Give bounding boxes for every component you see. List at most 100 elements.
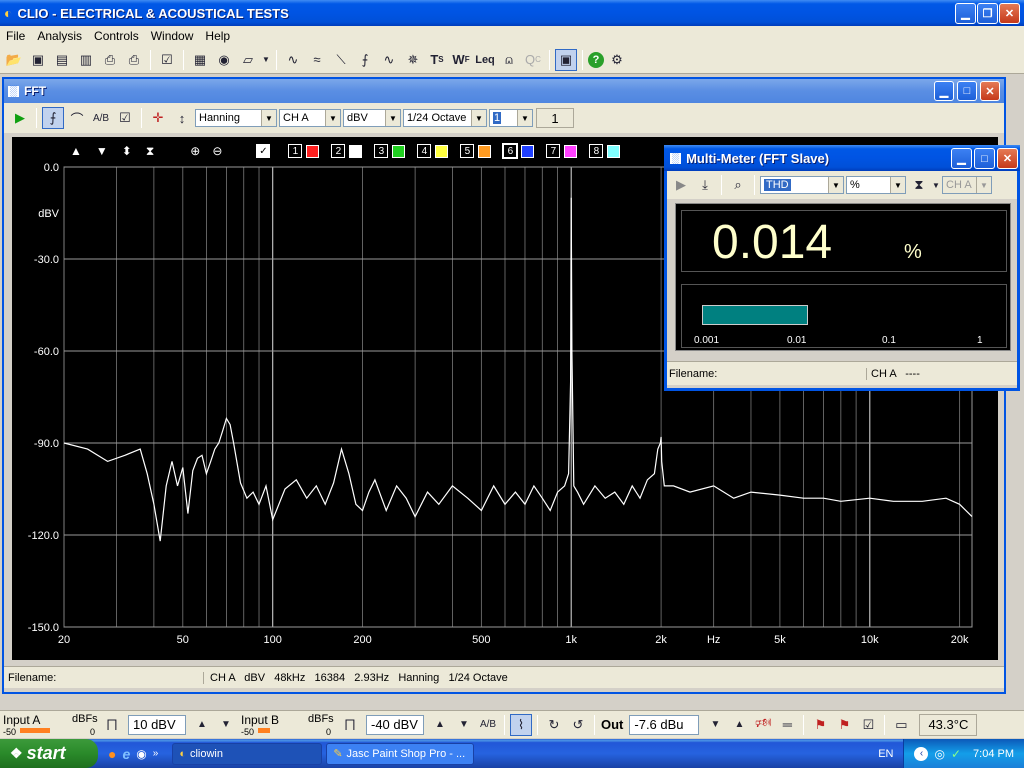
output-up-icon[interactable]: ▲: [728, 714, 750, 736]
marker-distance-icon[interactable]: ↕: [171, 107, 193, 129]
tile-windows-icon[interactable]: ▣: [555, 48, 577, 71]
autorange-icon[interactable]: ⌇: [510, 713, 532, 736]
meter-close-button[interactable]: ✕: [997, 148, 1018, 169]
output-down-icon[interactable]: ▼: [704, 714, 726, 736]
meter-maximize-button[interactable]: □: [974, 148, 995, 169]
paintshop-task-icon: ✎: [333, 748, 343, 760]
loop-a-icon[interactable]: ↻: [543, 714, 565, 736]
input-a-coupling-icon[interactable]: ⨅: [101, 714, 123, 736]
minimize-button[interactable]: ▁: [955, 3, 976, 24]
average-select[interactable]: 1 ▼: [489, 109, 533, 127]
fft-close-button[interactable]: ✕: [980, 81, 1000, 101]
clock[interactable]: 7:04 PM: [973, 748, 1014, 760]
step-icon[interactable]: ⩄: [498, 49, 520, 71]
speaker-mute-icon[interactable]: 🕬: [752, 714, 774, 736]
tray-network-icon[interactable]: ✓: [951, 747, 961, 761]
dropdown-arrow-icon[interactable]: ▼: [261, 49, 271, 71]
media-player-icon[interactable]: ◉: [136, 747, 146, 761]
window-type-select[interactable]: Hanning ▼: [195, 109, 277, 127]
input-a-range-field[interactable]: 10 dBV: [128, 714, 186, 735]
toolbar-separator: [537, 714, 538, 735]
microphone-b-icon[interactable]: ⚑: [833, 714, 855, 736]
export-icon[interactable]: ▥: [75, 49, 97, 71]
qc-icon[interactable]: QC: [522, 49, 544, 71]
input-a-range-up-icon[interactable]: ▲: [191, 714, 213, 736]
more-quick-launch-icon[interactable]: »: [153, 748, 159, 759]
restore-button[interactable]: ❐: [977, 3, 998, 24]
language-indicator[interactable]: EN: [878, 748, 893, 760]
start-button[interactable]: ❖ start: [0, 739, 98, 768]
meter-zoom-icon[interactable]: ⌕: [727, 174, 749, 196]
input-b-range-down-icon[interactable]: ▼: [453, 714, 475, 736]
leq-icon[interactable]: Leq: [474, 49, 496, 71]
input-a-range-down-icon[interactable]: ▼: [215, 714, 237, 736]
save-icon[interactable]: ▣: [27, 49, 49, 71]
about-icon[interactable]: ⚙: [606, 49, 628, 71]
fft-maximize-button[interactable]: □: [957, 81, 977, 101]
polarity-icon[interactable]: ✵: [402, 49, 424, 71]
output-mode-icon[interactable]: ═: [776, 714, 798, 736]
sinusoidal-icon[interactable]: ≈: [306, 49, 328, 71]
fft-icon[interactable]: ⨍: [354, 49, 376, 71]
film-icon[interactable]: ▦: [189, 49, 211, 71]
firefox-icon[interactable]: ●: [108, 746, 116, 762]
print-icon[interactable]: ⎙: [123, 49, 145, 71]
loop-b-icon[interactable]: ↺: [567, 714, 589, 736]
open-icon[interactable]: 📂: [3, 49, 25, 71]
sweep-icon[interactable]: ⟍: [330, 49, 352, 71]
meter-channel-select[interactable]: CH A ▼: [942, 176, 992, 194]
input-b-range-field[interactable]: -40 dBV: [366, 714, 424, 735]
menu-analysis[interactable]: Analysis: [31, 29, 88, 43]
channel-select[interactable]: CH A ▼: [279, 109, 341, 127]
input-b-range-up-icon[interactable]: ▲: [429, 714, 451, 736]
unit-select[interactable]: dBV ▼: [343, 109, 401, 127]
close-button[interactable]: ✕: [999, 3, 1020, 24]
play-icon[interactable]: ▶: [9, 107, 31, 129]
menu-window[interactable]: Window: [145, 29, 200, 43]
meter-play-icon[interactable]: ▶: [670, 174, 692, 196]
app-titlebar[interactable]: ◐ CLIO - ELECTRICAL & ACOUSTICAL TESTS ▁…: [0, 0, 1024, 26]
meter-range-dropdown-icon[interactable]: ▼: [932, 174, 940, 196]
meter-unit-select[interactable]: % ▼: [846, 176, 906, 194]
meter-param-select[interactable]: THD ▼: [760, 176, 844, 194]
phantom-power-icon[interactable]: ☑: [857, 714, 879, 736]
fft-titlebar[interactable]: ░ FFT ▁ □ ✕: [4, 79, 1004, 103]
output-level-field[interactable]: -7.6 dBu: [629, 714, 700, 735]
menu-help[interactable]: Help: [199, 29, 236, 43]
meter-titlebar[interactable]: ░ Multi-Meter (FFT Slave) ▁ □ ✕: [664, 145, 1020, 171]
meter-capture-icon[interactable]: ⤓: [694, 174, 716, 196]
print-preview-icon[interactable]: ⎙: [99, 49, 121, 71]
save-all-icon[interactable]: ▤: [51, 49, 73, 71]
ab-compare-icon[interactable]: A/B: [90, 107, 112, 129]
temperature-display: 43.3°C: [919, 713, 978, 736]
meter-minimize-button[interactable]: ▁: [951, 148, 972, 169]
microphone-a-icon[interactable]: ⚑: [809, 714, 831, 736]
notes-icon[interactable]: ☑: [156, 49, 178, 71]
meter-filename-label: Filename:: [667, 367, 867, 380]
sine-icon[interactable]: ∿: [378, 49, 400, 71]
waterfall-icon[interactable]: WF: [450, 49, 472, 71]
menu-controls[interactable]: Controls: [88, 29, 145, 43]
taskbar-item-cliowin[interactable]: ◐ cliowin: [172, 742, 323, 765]
tray-app-icon[interactable]: ◎: [934, 747, 944, 761]
smoothing-select[interactable]: 1/24 Octave ▼: [403, 109, 487, 127]
menu-file[interactable]: File: [0, 29, 31, 43]
ie-icon[interactable]: e: [122, 746, 130, 762]
input-b-coupling-icon[interactable]: ⨅: [339, 714, 361, 736]
curve-icon[interactable]: ⌒: [66, 107, 88, 129]
taskbar-item-paintshop[interactable]: ✎ Jasc Paint Shop Pro - ...: [326, 742, 475, 765]
tray-expand-icon[interactable]: ‹: [914, 746, 929, 761]
mls-icon[interactable]: ∿: [282, 49, 304, 71]
help-icon[interactable]: ?: [588, 51, 604, 68]
eraser-icon[interactable]: ▱: [237, 49, 259, 71]
meter-channel-label: CH A ----: [871, 367, 920, 380]
fft-minimize-button[interactable]: ▁: [934, 81, 954, 101]
spectrum-view-icon[interactable]: ⨍: [42, 107, 64, 129]
ab-link-icon[interactable]: A/B: [477, 714, 499, 736]
thiele-small-icon[interactable]: TS: [426, 49, 448, 71]
camera-icon[interactable]: ◉: [213, 49, 235, 71]
marker-icon[interactable]: ✛: [147, 107, 169, 129]
notes-check-icon[interactable]: ☑: [114, 107, 136, 129]
meter-range-icon[interactable]: ⧗: [908, 174, 930, 196]
hardware-status-icon[interactable]: ▭: [890, 714, 912, 736]
